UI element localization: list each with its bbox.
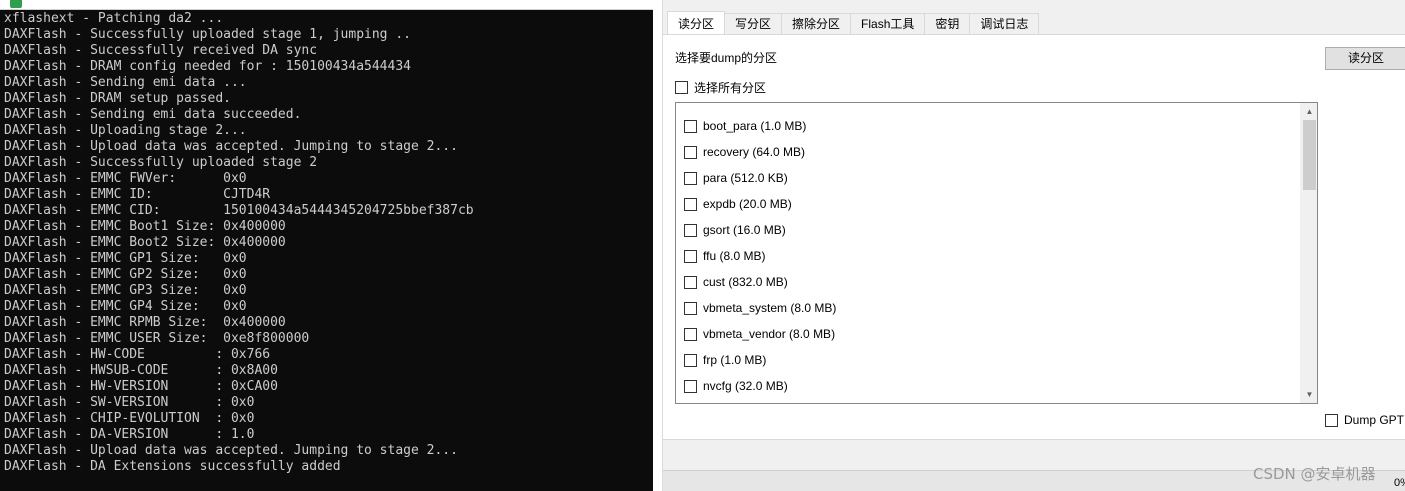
partition-label: nvcfg (32.0 MB) bbox=[703, 379, 788, 393]
partition-label: boot_para (1.0 MB) bbox=[703, 119, 807, 133]
console-line: DAXFlash - EMMC CID: 150100434a544434520… bbox=[4, 203, 474, 218]
partition-item[interactable]: nvcfg (32.0 MB) bbox=[684, 373, 836, 399]
partition-item[interactable]: recovery (64.0 MB) bbox=[684, 139, 836, 165]
partition-item[interactable]: expdb (20.0 MB) bbox=[684, 191, 836, 217]
console-line: DAXFlash - SW-VERSION : 0x0 bbox=[4, 395, 255, 410]
partition-label: vbmeta_system (8.0 MB) bbox=[703, 301, 837, 315]
partition-item[interactable]: vbmeta_vendor (8.0 MB) bbox=[684, 321, 836, 347]
console-line: DAXFlash - DA Extensions successfully ad… bbox=[4, 459, 341, 474]
console-line: DAXFlash - EMMC RPMB Size: 0x400000 bbox=[4, 315, 286, 330]
watermark: CSDN @安卓机器 bbox=[1253, 465, 1376, 483]
tab-3[interactable]: Flash工具 bbox=[850, 13, 926, 35]
console-output: xflashext - Patching da2 ... DAXFlash - S… bbox=[4, 11, 649, 475]
console-line: DAXFlash - DA-VERSION : 1.0 bbox=[4, 427, 255, 442]
console-line: DAXFlash - Successfully uploaded stage 2 bbox=[4, 155, 318, 170]
read-partition-tab-content: 选择要dump的分区 读分区 选择所有分区 boot_para (1.0 MB)… bbox=[663, 34, 1405, 440]
console-line: DAXFlash - EMMC GP2 Size: 0x0 bbox=[4, 267, 247, 282]
down-arrow-icon[interactable]: ▼ bbox=[1301, 386, 1317, 403]
pane-divider bbox=[653, 0, 662, 491]
console-line: DAXFlash - Sending emi data succeeded. bbox=[4, 107, 302, 122]
checkbox-icon[interactable] bbox=[684, 223, 697, 237]
tab-0[interactable]: 读分区 bbox=[667, 11, 726, 35]
partition-label: gsort (16.0 MB) bbox=[703, 223, 786, 237]
select-all-label: 选择所有分区 bbox=[694, 81, 767, 95]
console-line: DAXFlash - Upload data was accepted. Jum… bbox=[4, 139, 458, 154]
checkbox-icon[interactable] bbox=[675, 81, 688, 94]
console-line: DAXFlash - Sending emi data ... bbox=[4, 75, 247, 90]
checkbox-icon[interactable] bbox=[684, 275, 697, 289]
partition-label: ffu (8.0 MB) bbox=[703, 249, 766, 263]
console-line: DAXFlash - DRAM config needed for : 1501… bbox=[4, 59, 411, 74]
console-window: xflashext - Patching da2 ... DAXFlash - S… bbox=[0, 0, 653, 491]
partition-label: vbmeta_vendor (8.0 MB) bbox=[703, 327, 836, 341]
console-line: DAXFlash - Successfully uploaded stage 1… bbox=[4, 27, 411, 42]
tab-bar: 读分区 写分区 擦除分区 Flash工具 密钥 调试日志 bbox=[667, 11, 1040, 35]
checkbox-icon[interactable] bbox=[684, 249, 697, 263]
console-line: DAXFlash - EMMC Boot2 Size: 0x400000 bbox=[4, 235, 286, 250]
select-partitions-label: 选择要dump的分区 bbox=[675, 51, 778, 65]
partition-items: boot_para (1.0 MB) recovery (64.0 MB) para… bbox=[684, 113, 836, 399]
partition-item[interactable]: gsort (16.0 MB) bbox=[684, 217, 836, 243]
console-titlebar bbox=[0, 0, 653, 10]
console-line: xflashext - Patching da2 ... bbox=[4, 11, 224, 26]
scroll-thumb[interactable] bbox=[1303, 120, 1316, 190]
up-arrow-icon[interactable]: ▲ bbox=[1301, 103, 1317, 120]
mtk-client-panel: 读分区 写分区 擦除分区 Flash工具 密钥 调试日志 选择要dump的分区 读分区 选… bbox=[662, 0, 1405, 491]
partition-label: cust (832.0 MB) bbox=[703, 275, 788, 289]
tab-4[interactable]: 密钥 bbox=[924, 13, 971, 35]
checkbox-icon[interactable] bbox=[684, 119, 697, 133]
checkbox-icon[interactable] bbox=[1325, 413, 1338, 427]
checkbox-icon[interactable] bbox=[684, 197, 697, 211]
console-line: DAXFlash - HW-VERSION : 0xCA00 bbox=[4, 379, 278, 394]
checkbox-icon[interactable] bbox=[684, 301, 697, 315]
console-line: DAXFlash - EMMC GP1 Size: 0x0 bbox=[4, 251, 247, 266]
select-all-checkbox[interactable]: 选择所有分区 bbox=[675, 79, 766, 96]
checkbox-icon[interactable] bbox=[684, 327, 697, 341]
console-line: DAXFlash - EMMC FWVer: 0x0 bbox=[4, 171, 247, 186]
dump-gpt-checkbox[interactable]: Dump GPT bbox=[1325, 413, 1404, 427]
partition-label: frp (1.0 MB) bbox=[703, 353, 767, 367]
console-line: DAXFlash - EMMC Boot1 Size: 0x400000 bbox=[4, 219, 286, 234]
partition-label: expdb (20.0 MB) bbox=[703, 197, 792, 211]
console-line: DAXFlash - HW-CODE : 0x766 bbox=[4, 347, 271, 362]
partition-item[interactable]: vbmeta_system (8.0 MB) bbox=[684, 295, 836, 321]
console-line: DAXFlash - Successfully received DA sync bbox=[4, 43, 318, 58]
console-line: DAXFlash - EMMC GP3 Size: 0x0 bbox=[4, 283, 247, 298]
console-line: DAXFlash - EMMC USER Size: 0xe8f800000 bbox=[4, 331, 310, 346]
tab-5[interactable]: 调试日志 bbox=[969, 13, 1040, 35]
progress-text: 0% bbox=[1394, 477, 1405, 489]
partition-item[interactable]: boot_para (1.0 MB) bbox=[684, 113, 836, 139]
partition-item[interactable]: frp (1.0 MB) bbox=[684, 347, 836, 373]
tab-1[interactable]: 写分区 bbox=[724, 13, 783, 35]
vertical-scrollbar[interactable]: ▲ ▼ bbox=[1300, 103, 1317, 403]
partition-item[interactable]: ffu (8.0 MB) bbox=[684, 243, 836, 269]
console-line: DAXFlash - Upload data was accepted. Jum… bbox=[4, 443, 458, 458]
partition-item[interactable]: cust (832.0 MB) bbox=[684, 269, 836, 295]
terminal-app-icon bbox=[10, 0, 22, 8]
console-line: DAXFlash - HWSUB-CODE : 0x8A00 bbox=[4, 363, 278, 378]
checkbox-icon[interactable] bbox=[684, 379, 697, 393]
console-line: DAXFlash - EMMC GP4 Size: 0x0 bbox=[4, 299, 247, 314]
partition-label: recovery (64.0 MB) bbox=[703, 145, 806, 159]
partition-list[interactable]: boot_para (1.0 MB) recovery (64.0 MB) para… bbox=[675, 102, 1318, 404]
checkbox-icon[interactable] bbox=[684, 145, 697, 159]
partition-item[interactable]: para (512.0 KB) bbox=[684, 165, 836, 191]
checkbox-icon[interactable] bbox=[684, 171, 697, 185]
read-partition-button[interactable]: 读分区 bbox=[1325, 47, 1405, 70]
tab-2[interactable]: 擦除分区 bbox=[781, 13, 852, 35]
console-line: DAXFlash - Uploading stage 2... bbox=[4, 123, 247, 138]
dump-gpt-label: Dump GPT bbox=[1344, 413, 1405, 427]
checkbox-icon[interactable] bbox=[684, 353, 697, 367]
console-line: DAXFlash - EMMC ID: CJTD4R bbox=[4, 187, 271, 202]
console-line: DAXFlash - CHIP-EVOLUTION : 0x0 bbox=[4, 411, 255, 426]
console-line: DAXFlash - DRAM setup passed. bbox=[4, 91, 231, 106]
partition-label: para (512.0 KB) bbox=[703, 171, 788, 185]
